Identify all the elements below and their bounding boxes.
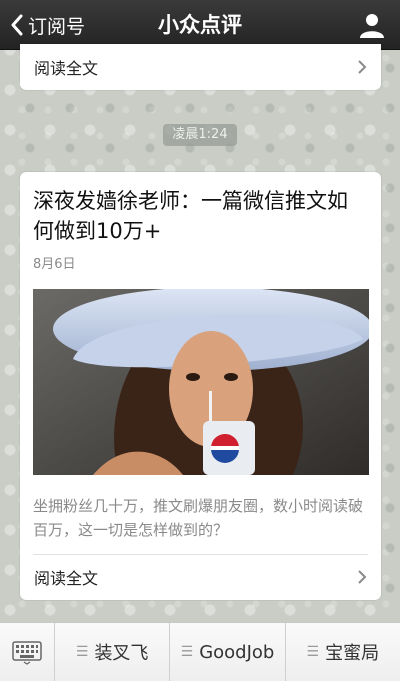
nav-bar: 订阅号 小众点评 xyxy=(0,0,400,50)
article-title: 深夜发嫱徐老师：一篇微信推文如何做到10万+ xyxy=(33,189,348,243)
article-card[interactable]: 深夜发嫱徐老师：一篇微信推文如何做到10万+ 8月6日 坐拥粉丝几十万，推文刷爆… xyxy=(20,172,381,600)
menu-item-1[interactable]: ☰ 装叉飞 xyxy=(55,623,171,681)
back-button[interactable]: 订阅号 xyxy=(10,0,85,50)
read-more-row[interactable]: 阅读全文 xyxy=(20,555,381,599)
article-summary: 坐拥粉丝几十万，推文刷爆朋友圈，数小时阅读破百万，这一切是怎样做到的？ xyxy=(33,497,364,539)
article-cover-image xyxy=(33,289,369,475)
read-more-row[interactable]: 阅读全文 xyxy=(20,44,381,90)
read-more-label: 阅读全文 xyxy=(34,569,99,588)
article-date: 8月6日 xyxy=(33,257,76,272)
back-button-label: 订阅号 xyxy=(28,15,86,38)
timestamp-label: 凌晨1:24 xyxy=(163,124,237,146)
chevron-right-icon xyxy=(358,570,367,584)
chevron-right-icon xyxy=(358,60,367,74)
menu-item-label: 装叉飞 xyxy=(94,643,149,664)
read-more-label: 阅读全文 xyxy=(34,59,99,78)
profile-button[interactable] xyxy=(358,11,386,39)
menu-lines-icon: ☰ xyxy=(180,644,194,660)
menu-item-3[interactable]: ☰ 宝蜜局 xyxy=(286,623,400,681)
menu-lines-icon: ☰ xyxy=(75,644,89,660)
menu-lines-icon: ☰ xyxy=(306,644,320,660)
chevron-left-icon xyxy=(11,14,23,36)
menu-item-label: GoodJob xyxy=(199,641,275,663)
menu-item-2[interactable]: ☰ GoodJob xyxy=(170,623,286,681)
person-icon xyxy=(360,14,384,38)
keyboard-toggle-button[interactable] xyxy=(0,623,55,681)
bottom-menu-bar: ☰ 装叉飞 ☰ GoodJob ☰ 宝蜜局 xyxy=(0,622,400,681)
keyboard-icon xyxy=(12,640,42,665)
menu-item-label: 宝蜜局 xyxy=(325,643,380,664)
previous-article-card[interactable]: 阅读全文 xyxy=(20,44,381,90)
